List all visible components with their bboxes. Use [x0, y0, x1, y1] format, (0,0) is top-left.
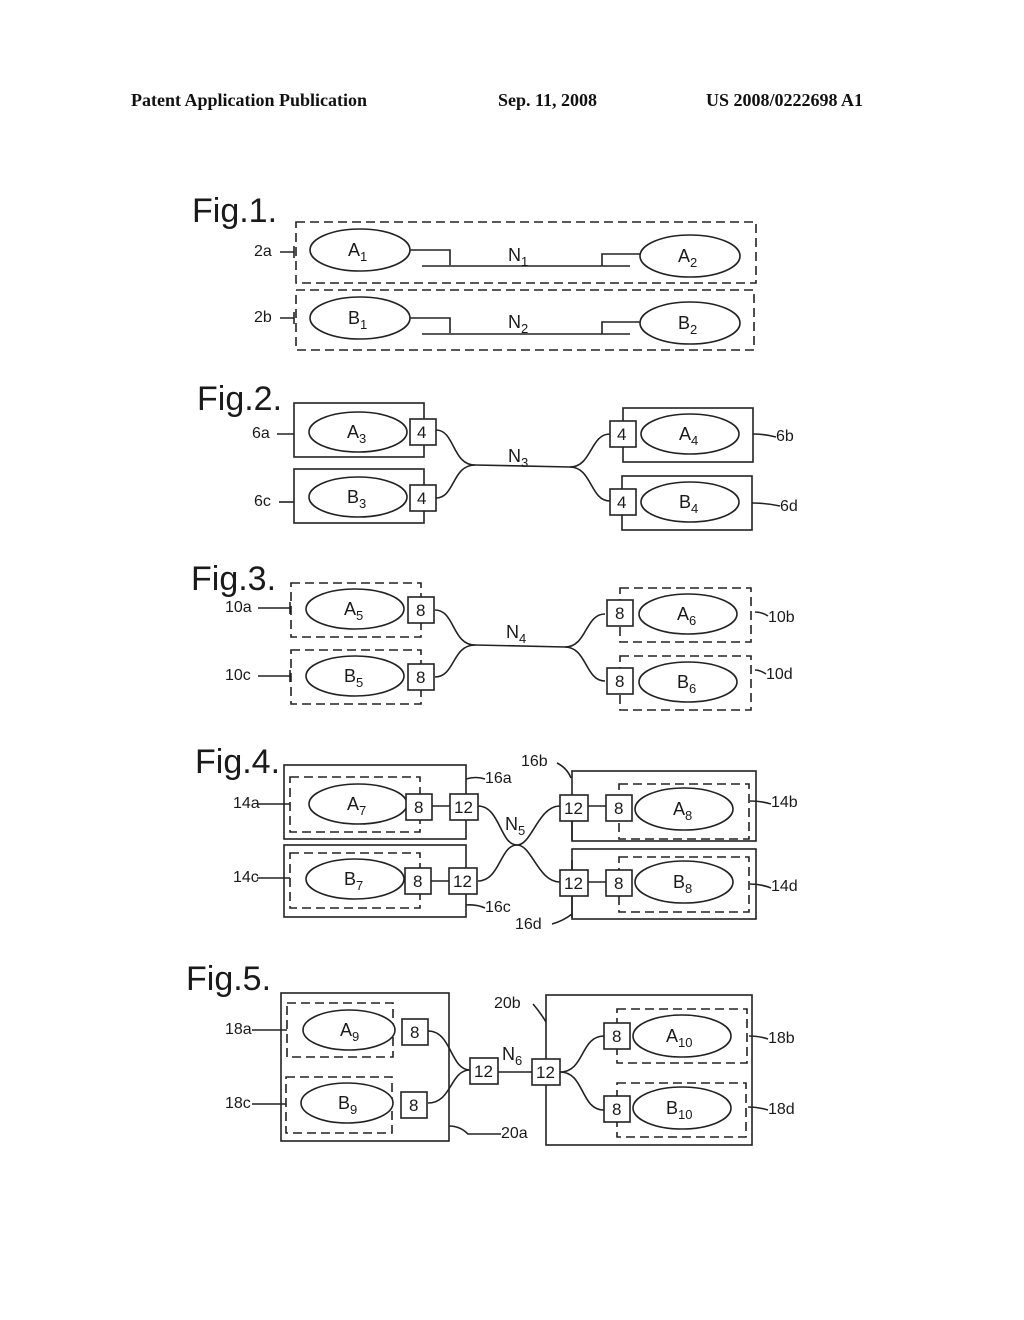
interface-box-number: 8 [414, 798, 423, 817]
leader-line [258, 670, 291, 682]
ref-label-18d: 18d [768, 1101, 795, 1118]
ref-label-18c: 18c [225, 1095, 251, 1112]
ref-label-16c: 16c [485, 899, 511, 916]
interface-box-number: 4 [617, 425, 626, 444]
leader-line [751, 502, 781, 507]
figure-label: Fig.2. [197, 380, 282, 418]
ref-label-10b: 10b [768, 609, 795, 626]
ref-label-6d: 6d [780, 498, 798, 515]
ref-label-20b: 20b [494, 995, 521, 1012]
figure-5: Fig.5. 18a 18c 18b 18d 20a 20b A9 B9 A10… [186, 960, 795, 1146]
figure-1: Fig.1. 2a 2b A1 A2 N1 B1 B2 N2 [192, 192, 757, 351]
ref-label-10c: 10c [225, 667, 251, 684]
ref-label-20a: 20a [501, 1125, 528, 1142]
ref-label-2b: 2b [254, 309, 272, 326]
network-label: N6 [502, 1044, 522, 1068]
leader-line [754, 611, 769, 617]
ref-label-14b: 14b [771, 794, 798, 811]
interface-box-number: 8 [409, 1096, 418, 1115]
leader-line [749, 883, 772, 889]
interface-box-number: 8 [614, 799, 623, 818]
network-line-n5-cross [477, 844, 561, 883]
ref-label-16a: 16a [485, 770, 512, 787]
leader-line [280, 246, 295, 258]
patent-drawing-sheet: Fig.1. 2a 2b A1 A2 N1 B1 B2 N2 Fig.2. 6a… [186, 192, 798, 1146]
leader-line [280, 312, 295, 324]
leader-line [258, 602, 291, 614]
gateway-box-number: 12 [564, 799, 583, 818]
leader-line [754, 669, 767, 675]
figure-label: Fig.4. [195, 743, 280, 781]
ref-label-10a: 10a [225, 599, 252, 616]
gateway-box-number: 12 [474, 1062, 493, 1081]
leader-line [556, 762, 572, 779]
interface-box-number: 8 [416, 601, 425, 620]
ref-label-18a: 18a [225, 1021, 252, 1038]
leader-line [551, 913, 573, 925]
network-line-n3-branch [435, 464, 611, 502]
leader-line [448, 1125, 501, 1135]
network-fanout-right [559, 1035, 605, 1111]
interface-box-number: 8 [612, 1100, 621, 1119]
interface-box-number: 4 [417, 489, 426, 508]
leader-line [532, 1003, 547, 1023]
leader-line [465, 776, 486, 780]
gateway-box-number: 12 [453, 872, 472, 891]
figure-3: Fig.3. 10a 10c 10b 10d A5 B5 A6 B6 8 8 8… [191, 560, 795, 711]
figure-2: Fig.2. 6a 6c 6b 6d A3 B3 A4 B4 4 4 4 4 N… [197, 380, 798, 531]
interface-box-number: 8 [410, 1023, 419, 1042]
interface-box-number: 4 [417, 423, 426, 442]
gateway-box-number: 12 [454, 798, 473, 817]
gateway-box-number: 12 [536, 1063, 555, 1082]
interface-box-number: 8 [614, 874, 623, 893]
gateway-box-number: 12 [564, 874, 583, 893]
network-label: N4 [506, 622, 526, 646]
ref-label-2a: 2a [254, 243, 272, 260]
leader-line [752, 433, 777, 438]
ref-label-16b: 16b [521, 753, 548, 770]
ref-label-6b: 6b [776, 428, 794, 445]
leader-line [465, 904, 486, 909]
interface-box-number: 4 [617, 493, 626, 512]
ref-label-18b: 18b [768, 1030, 795, 1047]
leader-line [747, 1106, 769, 1111]
interface-box-number: 8 [612, 1027, 621, 1046]
ref-label-16d: 16d [515, 916, 542, 933]
leader-line [749, 800, 772, 805]
interface-box-number: 8 [416, 668, 425, 687]
figure-label: Fig.1. [192, 192, 277, 230]
interface-box-number: 8 [615, 672, 624, 691]
network-label: N2 [508, 312, 528, 336]
interface-box-number: 8 [413, 872, 422, 891]
figure-label: Fig.5. [186, 960, 271, 998]
figure-label: Fig.3. [191, 560, 276, 598]
network-label: N5 [505, 814, 525, 838]
ref-label-6c: 6c [254, 493, 271, 510]
network-line-n4-branch [434, 644, 606, 682]
interface-box-number: 8 [615, 604, 624, 623]
ref-label-14d: 14d [771, 878, 798, 895]
ref-label-6a: 6a [252, 425, 270, 442]
ref-label-14a: 14a [233, 795, 260, 812]
ref-label-10d: 10d [766, 666, 793, 683]
ref-label-14c: 14c [233, 869, 259, 886]
figure-4: Fig.4. 14a 14c 14b 14d 16a 16b 16c 16d A… [195, 743, 798, 933]
